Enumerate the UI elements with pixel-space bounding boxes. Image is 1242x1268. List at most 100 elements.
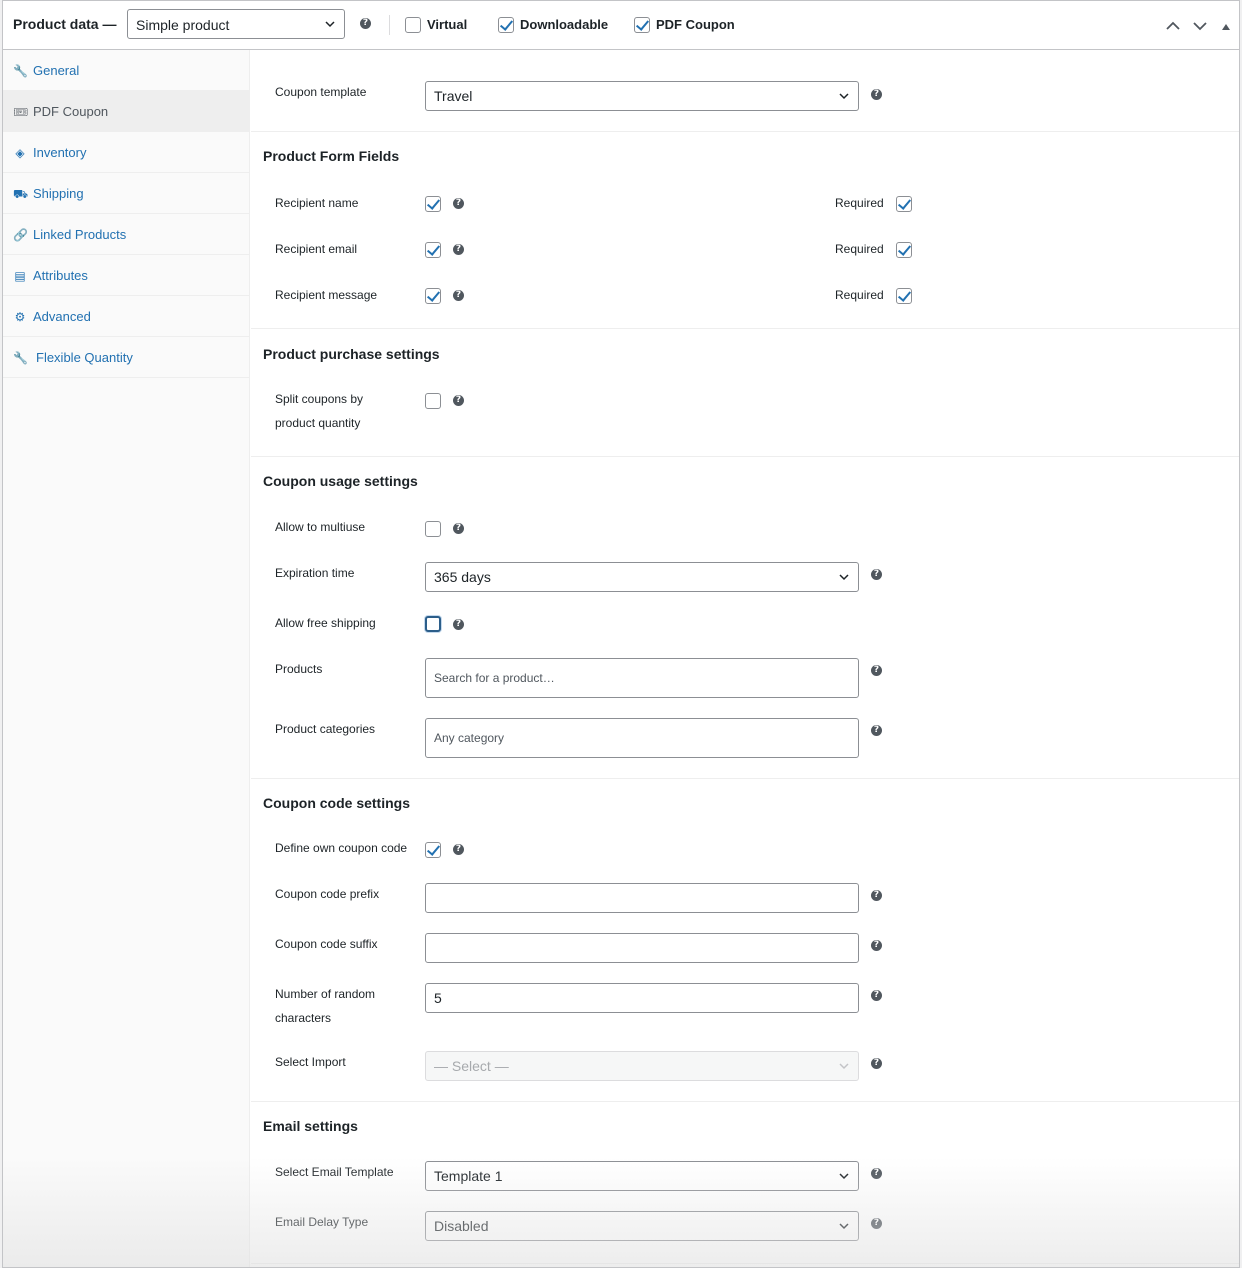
tab-label: Advanced — [33, 309, 91, 324]
help-icon[interactable]: ? — [453, 244, 464, 255]
tab-label: Linked Products — [33, 227, 127, 242]
help-icon[interactable]: ? — [871, 89, 882, 100]
help-icon[interactable]: ? — [871, 890, 882, 901]
product-type-value: Simple product — [136, 17, 230, 33]
categories-input[interactable]: Any category — [425, 718, 859, 758]
email-template-label: Select Email Template — [275, 1165, 394, 1179]
tab-label: Flexible Quantity — [36, 350, 133, 365]
free-shipping-checkbox[interactable] — [425, 616, 441, 632]
tab-linked-products[interactable]: 🔗 Linked Products — [3, 214, 249, 255]
help-icon[interactable]: ? — [871, 1168, 882, 1179]
free-shipping-label: Allow free shipping — [275, 616, 376, 630]
purchase-settings-section: Product purchase settings Split coupons … — [251, 329, 1239, 457]
pdf-coupon-label: PDF Coupon — [656, 17, 735, 33]
multiuse-checkbox[interactable] — [425, 521, 441, 537]
help-icon[interactable]: ? — [871, 569, 882, 580]
recipient-email-required-checkbox[interactable] — [896, 242, 912, 258]
coupon-code-section: Coupon code settings Define own coupon c… — [251, 779, 1239, 1102]
panel-title: Product data — — [13, 16, 117, 32]
tab-label: Shipping — [33, 186, 84, 201]
help-icon[interactable]: ? — [453, 198, 464, 209]
products-search-input[interactable]: Search for a product… — [425, 658, 859, 698]
recipient-email-checkbox[interactable] — [425, 242, 441, 258]
downloadable-label: Downloadable — [520, 17, 609, 33]
wrench-icon: 🔧 — [13, 351, 28, 365]
email-delay-select[interactable]: Disabled — [425, 1211, 859, 1241]
email-template-value: Template 1 — [434, 1168, 503, 1184]
help-icon[interactable]: ? — [871, 1218, 882, 1229]
own-code-checkbox[interactable] — [425, 842, 441, 858]
section-title: Product purchase settings — [263, 346, 440, 362]
move-up-icon[interactable] — [1166, 19, 1180, 34]
tab-pdf-coupon[interactable]: 🎟 PDF Coupon — [3, 91, 249, 132]
products-placeholder: Search for a product… — [434, 671, 555, 685]
move-down-icon[interactable] — [1193, 19, 1208, 34]
split-coupons-label-line2: product quantity — [275, 416, 361, 430]
help-icon[interactable]: ? — [453, 844, 464, 855]
pdf-coupon-checkbox[interactable]: PDF Coupon — [634, 16, 735, 33]
help-icon[interactable]: ? — [360, 18, 371, 29]
random-chars-label-line2: characters — [275, 1011, 332, 1025]
pdf-coupon-options: Coupon template Travel ? Product Form Fi… — [251, 50, 1239, 1267]
list-icon: ▤ — [14, 269, 26, 283]
tab-shipping[interactable]: ⛟ Shipping — [3, 173, 249, 214]
expiration-time-label: Expiration time — [275, 566, 355, 580]
help-icon[interactable]: ? — [871, 940, 882, 951]
tab-label: Inventory — [33, 145, 87, 160]
collapse-toggle-icon[interactable] — [1221, 19, 1231, 34]
coupon-template-value: Travel — [434, 88, 473, 104]
coupon-usage-section: Coupon usage settings Allow to multiuse … — [251, 457, 1239, 779]
recipient-message-checkbox[interactable] — [425, 288, 441, 304]
prefix-input[interactable] — [425, 883, 859, 913]
product-form-fields-section: Product Form Fields Recipient name ? Req… — [251, 132, 1239, 329]
help-icon[interactable]: ? — [453, 290, 464, 301]
product-type-select[interactable]: Simple product — [127, 9, 345, 39]
help-icon[interactable]: ? — [871, 665, 882, 676]
split-coupons-checkbox[interactable] — [425, 393, 441, 409]
random-chars-value: 5 — [434, 990, 442, 1006]
tab-attributes[interactable]: ▤ Attributes — [3, 255, 249, 296]
chevron-down-icon — [838, 1060, 850, 1072]
help-icon[interactable]: ? — [871, 725, 882, 736]
random-chars-label-line1: Number of random — [275, 987, 376, 1001]
tag-icon: ◈ — [15, 146, 25, 160]
email-delay-label: Email Delay Type — [275, 1215, 369, 1229]
recipient-message-required-checkbox[interactable] — [896, 288, 912, 304]
tab-general[interactable]: 🔧 General — [3, 50, 249, 91]
recipient-email-label: Recipient email — [275, 242, 358, 256]
product-data-tabs: 🔧 General 🎟 PDF Coupon ◈ Inventory ⛟ Shippin… — [3, 50, 250, 1267]
coupon-template-section: Coupon template Travel ? — [251, 50, 1239, 132]
categories-placeholder: Any category — [434, 731, 505, 745]
coupon-template-select[interactable]: Travel — [425, 81, 859, 111]
gear-icon: ⚙ — [14, 310, 26, 324]
downloadable-checkbox-box[interactable] — [498, 16, 514, 33]
tab-flexible-quantity[interactable]: 🔧 Flexible Quantity — [3, 337, 249, 378]
select-import-select[interactable]: — Select — — [425, 1051, 859, 1081]
email-template-select[interactable]: Template 1 — [425, 1161, 859, 1191]
virtual-checkbox[interactable]: Virtual — [405, 16, 467, 33]
pdf-coupon-checkbox-box[interactable] — [634, 16, 650, 33]
section-title: Coupon usage settings — [263, 473, 418, 489]
help-icon[interactable]: ? — [871, 1058, 882, 1069]
help-icon[interactable]: ? — [453, 523, 464, 534]
downloadable-checkbox[interactable]: Downloadable — [498, 16, 608, 33]
recipient-name-checkbox[interactable] — [425, 196, 441, 212]
virtual-checkbox-box[interactable] — [405, 16, 421, 33]
required-label: Required — [835, 288, 884, 302]
products-label: Products — [275, 662, 323, 676]
help-icon[interactable]: ? — [871, 990, 882, 1001]
random-chars-input[interactable]: 5 — [425, 983, 859, 1013]
expiration-time-value: 365 days — [434, 569, 491, 585]
tab-advanced[interactable]: ⚙ Advanced — [3, 296, 249, 337]
suffix-input[interactable] — [425, 933, 859, 963]
help-icon[interactable]: ? — [453, 619, 464, 630]
own-code-label: Define own coupon code — [275, 841, 408, 855]
tab-label: Attributes — [33, 268, 88, 283]
recipient-name-required-checkbox[interactable] — [896, 196, 912, 212]
tab-inventory[interactable]: ◈ Inventory — [3, 132, 249, 173]
chevron-down-icon — [838, 1170, 850, 1182]
email-delay-value: Disabled — [434, 1218, 489, 1234]
multiuse-label: Allow to multiuse — [275, 520, 366, 534]
help-icon[interactable]: ? — [453, 395, 464, 406]
expiration-time-select[interactable]: 365 days — [425, 562, 859, 592]
